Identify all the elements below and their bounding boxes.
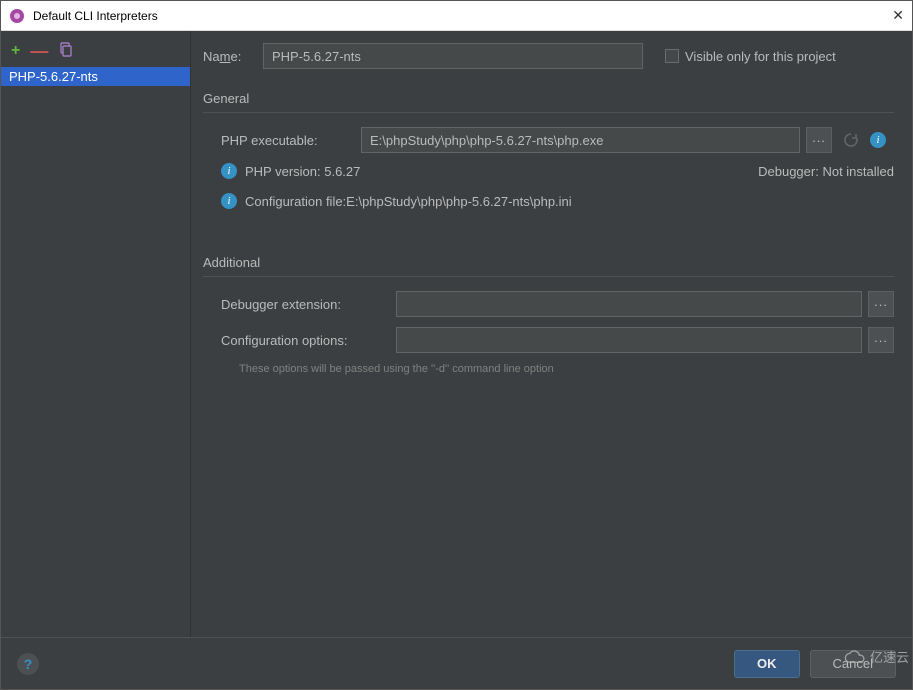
browse-button[interactable]: ... [868, 291, 894, 317]
watermark-text: 亿速云 [870, 647, 909, 666]
name-row: Name: Visible only for this project [203, 43, 894, 69]
general-title: General [203, 91, 894, 106]
watermark: 亿速云 [844, 647, 909, 666]
dialog-body: + — PHP-5.6.27-nts Name: Visible only fo… [1, 31, 912, 637]
debugger-extension-row: Debugger extension: ... [221, 291, 894, 317]
php-executable-label: PHP executable: [221, 133, 361, 148]
options-hint: These options will be passed using the '… [221, 363, 894, 375]
config-file-label: Configuration file: [245, 194, 346, 209]
sidebar: + — PHP-5.6.27-nts [1, 31, 191, 637]
divider [203, 276, 894, 277]
php-version-label: PHP version: 5.6.27 [245, 164, 360, 179]
config-file-value: E:\phpStudy\php\php-5.6.27-nts\php.ini [346, 194, 572, 209]
visible-only-checkbox[interactable] [665, 49, 679, 63]
ok-button[interactable]: OK [734, 650, 800, 678]
additional-section: Debugger extension: ... Configuration op… [203, 291, 894, 375]
divider [203, 112, 894, 113]
sidebar-toolbar: + — [1, 37, 190, 65]
config-options-label: Configuration options: [221, 333, 396, 348]
config-options-input[interactable] [396, 327, 862, 353]
php-version-row: i PHP version: 5.6.27 Debugger: Not inst… [221, 163, 894, 179]
main-pane: Name: Visible only for this project Gene… [191, 31, 912, 637]
close-icon[interactable]: ✕ [874, 7, 904, 24]
help-icon[interactable]: ? [17, 653, 39, 675]
config-options-row: Configuration options: ... [221, 327, 894, 353]
remove-icon[interactable]: — [30, 46, 48, 56]
copy-icon[interactable] [58, 42, 74, 61]
browse-button[interactable]: ... [868, 327, 894, 353]
name-label: Name: [203, 49, 263, 64]
info-icon: i [221, 163, 237, 179]
add-icon[interactable]: + [11, 42, 20, 60]
php-executable-row: PHP executable: ... i [221, 127, 894, 153]
visible-only-row: Visible only for this project [665, 49, 836, 64]
general-section: PHP executable: ... i i PHP version: 5.6… [203, 127, 894, 223]
config-file-row: i Configuration file: E:\phpStudy\php\ph… [221, 193, 894, 209]
dialog-footer: ? OK Cancel [1, 637, 912, 689]
debugger-row: Debugger: Not installed [758, 164, 894, 179]
name-input[interactable] [263, 43, 643, 69]
sidebar-item-label: PHP-5.6.27-nts [9, 69, 98, 84]
info-icon[interactable]: i [870, 132, 886, 148]
debugger-value: Not installed [822, 164, 894, 179]
browse-button[interactable]: ... [806, 127, 832, 153]
php-executable-input[interactable] [361, 127, 800, 153]
app-icon [9, 8, 25, 24]
debugger-extension-input[interactable] [396, 291, 862, 317]
info-icon: i [221, 193, 237, 209]
debugger-label: Debugger: [758, 164, 819, 179]
sidebar-item-php[interactable]: PHP-5.6.27-nts [1, 67, 190, 86]
debugger-extension-label: Debugger extension: [221, 297, 396, 312]
window-title: Default CLI Interpreters [33, 9, 874, 23]
titlebar: Default CLI Interpreters ✕ [1, 1, 912, 31]
cloud-icon [844, 650, 866, 664]
additional-title: Additional [203, 255, 894, 270]
visible-only-label: Visible only for this project [685, 49, 836, 64]
refresh-icon[interactable] [838, 127, 864, 153]
dialog-window: Default CLI Interpreters ✕ + — PHP-5.6.2… [0, 0, 913, 690]
interpreter-list: PHP-5.6.27-nts [1, 65, 190, 86]
